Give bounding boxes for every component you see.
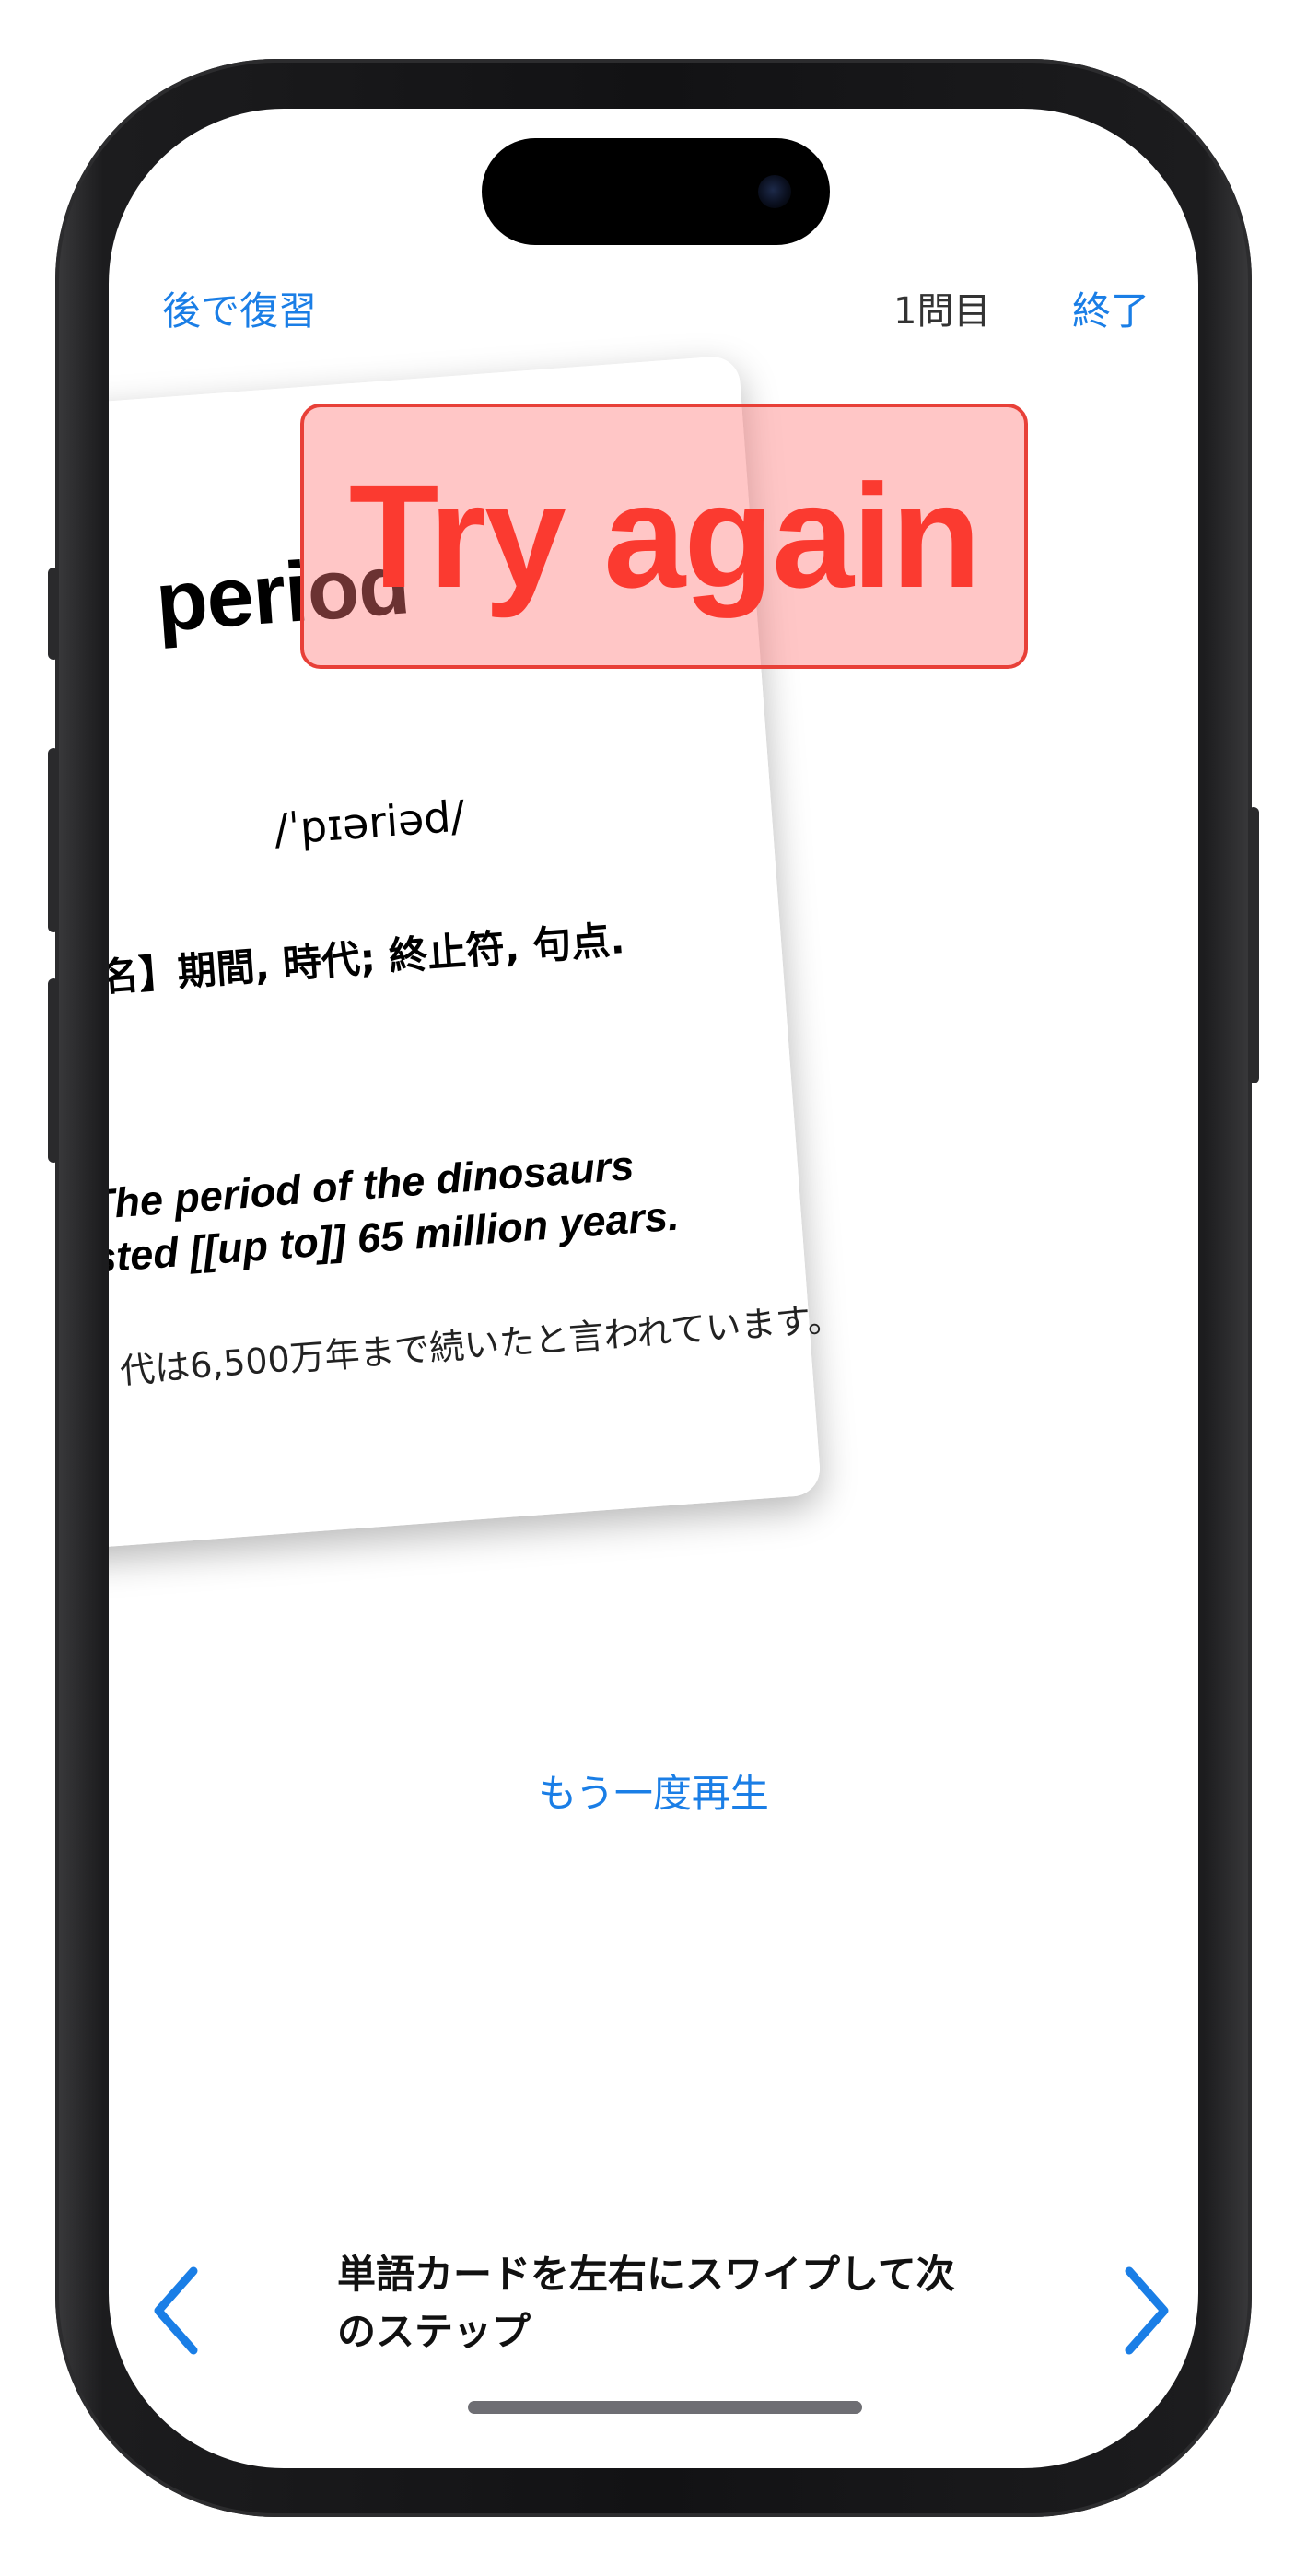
card-meaning: 名】期間, 時代; 終止符, 句点. (109, 917, 626, 1001)
finish-button[interactable]: 終了 (1072, 275, 1149, 348)
replay-label: もう一度再生 (538, 1771, 769, 1816)
chevron-left-icon[interactable] (146, 2260, 210, 2361)
try-again-banner: Try again (300, 404, 1028, 669)
card-pronunciation: /ˈpɪəriəd/ (272, 790, 467, 855)
replay-button[interactable]: もう一度再生 (109, 1762, 1198, 1819)
card-translation: 代は6,500万年まで続いたと言われています。 (118, 1297, 844, 1392)
swipe-hint: 単語カードを左右にスワイプして次のステップ (337, 2252, 955, 2354)
home-indicator[interactable] (468, 2401, 862, 2414)
review-later-button[interactable]: 後で復習 (162, 275, 317, 348)
screen: 後で復習 1問目 終了 period /ˈpɪəriəd/ 名】期間, 時代; … (109, 109, 1198, 2468)
volume-up-button (48, 748, 59, 932)
dynamic-island (482, 138, 830, 245)
bottom-bar: 単語カードを左右にスワイプして次のステップ (109, 2237, 1198, 2384)
top-bar: 後で復習 1問目 終了 (109, 275, 1198, 348)
question-counter: 1問目 (893, 290, 991, 333)
try-again-label: Try again (348, 453, 981, 618)
action-button (48, 568, 59, 660)
volume-down-button (48, 978, 59, 1163)
power-button (1248, 807, 1259, 1083)
card-example: The period of the dinosaurs sted [[up to… (109, 1125, 830, 1285)
camera-icon (758, 175, 791, 208)
chevron-right-icon[interactable] (1113, 2260, 1177, 2361)
